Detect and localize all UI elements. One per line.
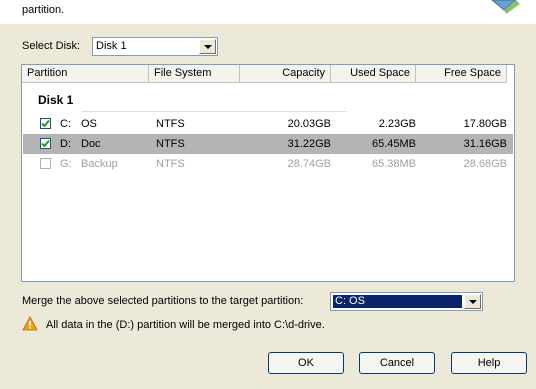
cell-name: OS [81, 118, 97, 130]
cancel-button[interactable]: Cancel [359, 352, 435, 374]
table-row[interactable]: G: Backup NTFS 28.74GB 65.38MB 28.68GB [23, 154, 513, 174]
ok-button[interactable]: OK [268, 352, 344, 374]
check-mark-icon [41, 119, 50, 128]
top-strip: partition. [0, 0, 536, 24]
row-checkbox[interactable] [40, 138, 51, 149]
table-row[interactable]: C: OS NTFS 20.03GB 2.23GB 17.80GB [23, 114, 513, 134]
cell-free-space: 17.80GB [463, 118, 507, 130]
check-mark-icon [41, 139, 50, 148]
cell-capacity: 20.03GB [287, 118, 331, 130]
target-partition-dropdown-button[interactable] [464, 294, 481, 309]
column-header-partition[interactable]: Partition [22, 65, 149, 83]
header-text: partition. [22, 4, 65, 16]
row-checkbox[interactable] [40, 158, 51, 169]
cell-drive: G: [60, 158, 72, 170]
cell-capacity: 28.74GB [287, 158, 331, 170]
merge-label: Merge the above selected partitions to t… [22, 295, 304, 307]
cell-used-space: 65.45MB [371, 138, 416, 150]
partition-list[interactable]: Partition File System Capacity Used Spac… [21, 64, 515, 282]
cell-file-system: NTFS [156, 138, 185, 150]
chevron-down-icon [468, 299, 477, 304]
cell-free-space: 31.16GB [463, 138, 507, 150]
cell-capacity: 31.22GB [287, 138, 331, 150]
column-header-free-space[interactable]: Free Space [416, 65, 507, 83]
cell-used-space: 2.23GB [378, 118, 416, 130]
target-partition-value: C: OS [333, 295, 462, 308]
column-header-used-space[interactable]: Used Space [331, 65, 416, 83]
cell-drive: C: [60, 118, 71, 130]
select-disk-value: Disk 1 [96, 40, 127, 52]
warning-text: All data in the (D:) partition will be m… [46, 319, 325, 331]
cell-file-system: NTFS [156, 118, 185, 130]
cell-name: Doc [81, 138, 101, 150]
group-divider [82, 111, 347, 112]
help-button[interactable]: Help [451, 352, 527, 374]
target-partition-dropdown[interactable]: C: OS [330, 292, 483, 311]
select-disk-dropdown-button[interactable] [199, 39, 216, 54]
cell-name: Backup [81, 158, 118, 170]
table-row[interactable]: D: Doc NTFS 31.22GB 65.45MB 31.16GB [23, 134, 513, 154]
chevron-down-icon [203, 44, 212, 49]
cell-file-system: NTFS [156, 158, 185, 170]
cell-drive: D: [60, 138, 71, 150]
column-header-capacity[interactable]: Capacity [240, 65, 331, 83]
wizard-graphic-icon [491, 0, 520, 14]
warning-triangle-icon [22, 316, 38, 331]
select-disk-label: Select Disk: [22, 40, 81, 52]
column-header-file-system[interactable]: File System [149, 65, 240, 83]
select-disk-dropdown[interactable]: Disk 1 [92, 37, 218, 56]
cell-free-space: 28.68GB [463, 158, 507, 170]
row-checkbox[interactable] [40, 118, 51, 129]
disk-group-title: Disk 1 [38, 93, 74, 107]
cell-used-space: 65.38MB [371, 158, 416, 170]
